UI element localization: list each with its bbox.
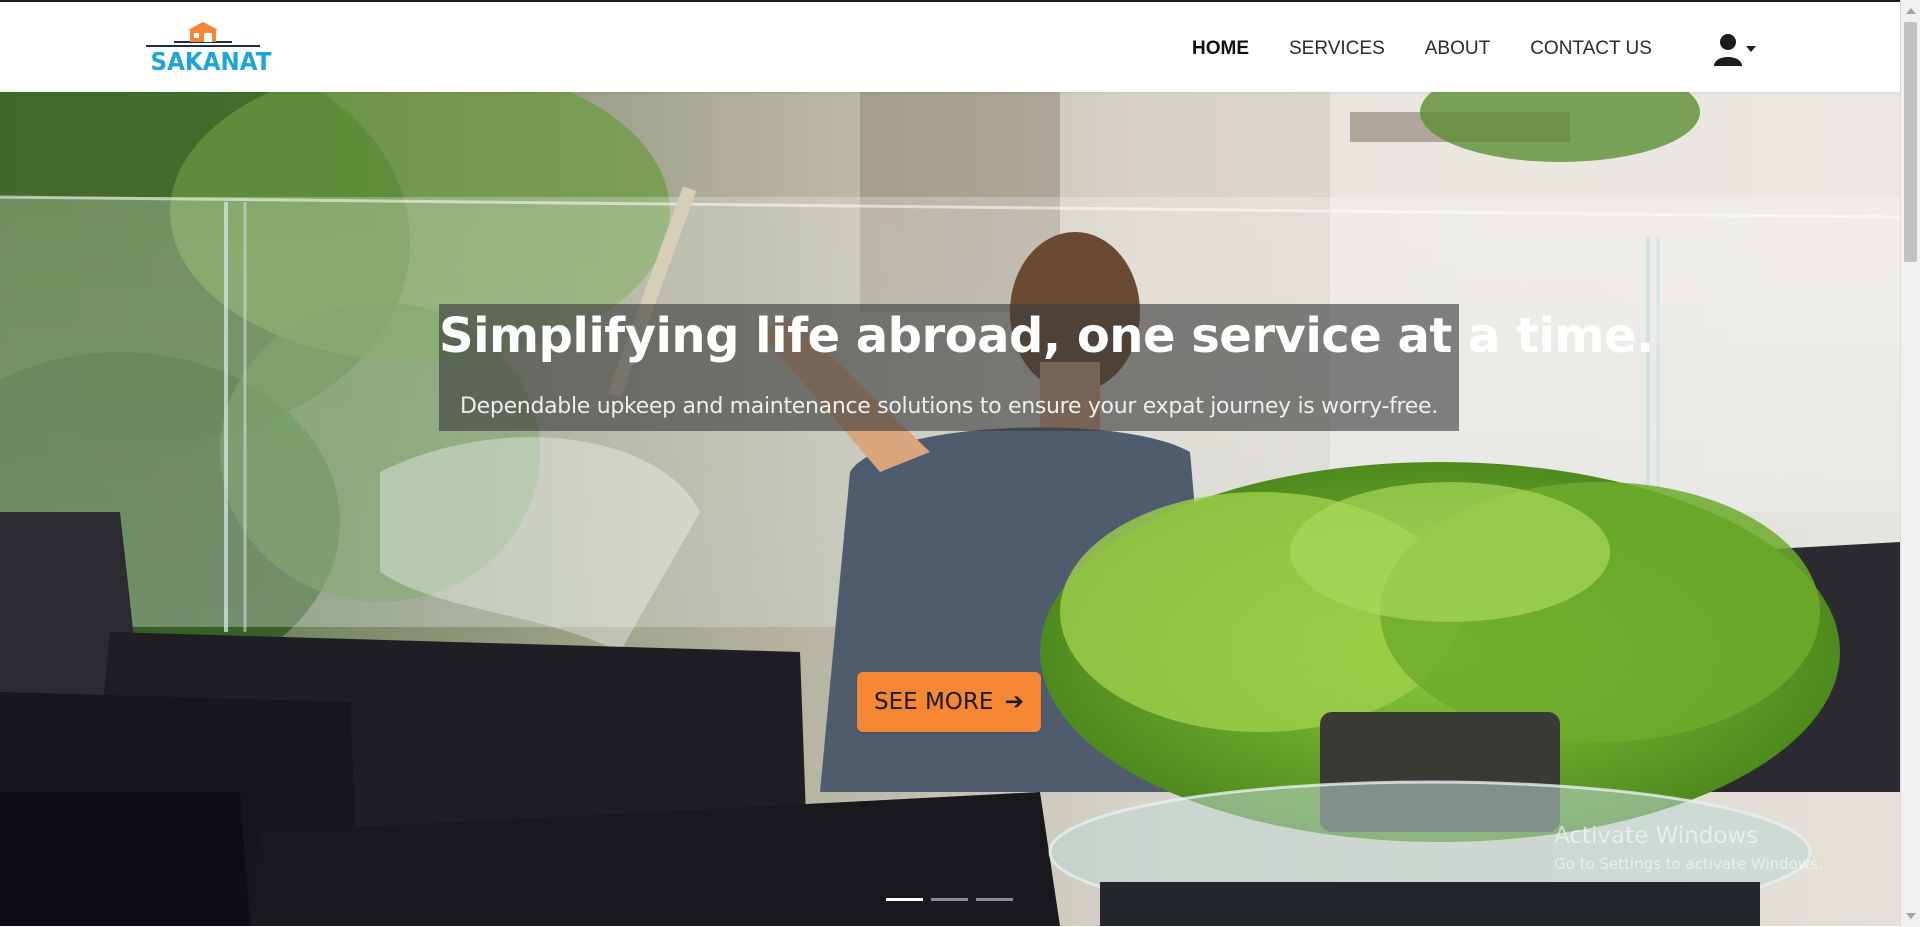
nav-item-services[interactable]: SERVICES <box>1289 38 1385 60</box>
see-more-label: SEE MORE <box>873 689 994 715</box>
brand-logo[interactable]: SAKANAT <box>146 20 272 78</box>
house-icon <box>146 22 260 47</box>
brand-name: SAKANAT <box>150 47 272 76</box>
scroll-down-icon[interactable] <box>1906 913 1916 919</box>
user-menu-toggle[interactable] <box>1712 32 1764 68</box>
navbar: SAKANAT HOME SERVICES ABOUT CONTACT US <box>0 0 1900 92</box>
scroll-up-icon[interactable] <box>1906 8 1916 14</box>
nav-item-contact-us[interactable]: CONTACT US <box>1530 38 1652 60</box>
carousel-indicator-2[interactable] <box>931 898 968 901</box>
carousel-indicator-1[interactable] <box>886 898 923 901</box>
hero-carousel: Simplifying life abroad, one service at … <box>0 92 1900 926</box>
user-icon <box>1714 34 1742 66</box>
arrow-right-icon: ➔ <box>1004 689 1025 715</box>
hero-title: Simplifying life abroad, one service at … <box>439 308 1654 364</box>
main-nav: HOME SERVICES ABOUT CONTACT US <box>1192 38 1692 60</box>
hero-subtitle: Dependable upkeep and maintenance soluti… <box>460 394 1438 419</box>
hero-background-image <box>0 92 1900 926</box>
page: SAKANAT HOME SERVICES ABOUT CONTACT US S… <box>0 0 1920 927</box>
page-scrollbar[interactable] <box>1900 0 1920 927</box>
carousel-indicator-3[interactable] <box>976 898 1013 901</box>
see-more-button[interactable]: SEE MORE ➔ <box>857 672 1041 732</box>
nav-item-about[interactable]: ABOUT <box>1425 38 1490 60</box>
nav-item-home[interactable]: HOME <box>1192 38 1249 60</box>
carousel-indicators <box>886 898 1013 901</box>
scroll-thumb[interactable] <box>1904 22 1917 262</box>
caret-down-icon <box>1746 46 1756 52</box>
